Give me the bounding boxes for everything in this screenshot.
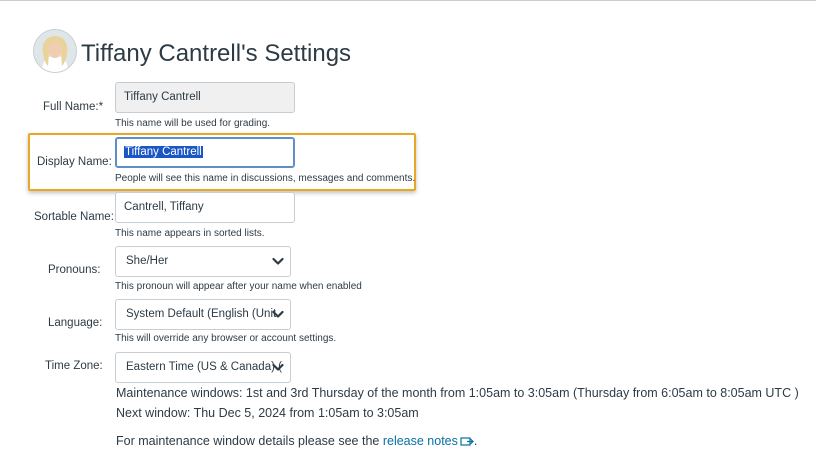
chevron-down-icon	[272, 257, 284, 265]
page-title: Tiffany Cantrell's Settings	[81, 40, 352, 67]
maintenance-details-suffix: .	[473, 434, 478, 448]
sortable-name-label: Sortable Name:	[34, 211, 114, 223]
time-zone-label: Time Zone:	[45, 360, 103, 372]
pronouns-selected-value: She/Her	[126, 255, 169, 267]
time-zone-selected-value: Eastern Time (US & Canada) (	[126, 361, 282, 373]
maintenance-details-text: For maintenance window details please se…	[116, 434, 477, 448]
display-name-label: Display Name:	[37, 156, 112, 168]
language-select[interactable]: System Default (English (Unit	[115, 299, 291, 330]
language-hint: This will override any browser or accoun…	[115, 333, 337, 344]
avatar-image	[34, 30, 76, 72]
sortable-name-hint: This name appears in sorted lists.	[115, 228, 265, 239]
language-label: Language:	[48, 317, 103, 329]
release-notes-link-label: release notes	[382, 434, 458, 448]
full-name-label: Full Name:*	[43, 101, 104, 113]
display-name-selected-text: Tiffany Cantrell	[124, 146, 203, 158]
time-zone-select[interactable]: Eastern Time (US & Canada) (	[115, 352, 291, 383]
display-name-hint: People will see this name in discussions…	[115, 173, 416, 184]
pronouns-hint: This pronoun will appear after your name…	[115, 281, 362, 292]
pronouns-select[interactable]: She/Her	[115, 246, 291, 277]
pronouns-label: Pronouns:	[48, 264, 101, 276]
display-name-input[interactable]: Tiffany Cantrell	[115, 137, 295, 168]
top-divider	[0, 0, 816, 1]
maintenance-windows-text: Maintenance windows: 1st and 3rd Thursda…	[116, 386, 799, 400]
language-selected-value: System Default (English (Unit	[126, 308, 277, 320]
full-name-hint: This name will be used for grading.	[115, 118, 271, 129]
next-window-text: Next window: Thu Dec 5, 2024 from 1:05am…	[116, 406, 419, 420]
avatar[interactable]	[33, 29, 77, 73]
external-link-icon	[460, 437, 474, 446]
sortable-name-input[interactable]: Cantrell, Tiffany	[115, 192, 295, 223]
maintenance-details-prefix: For maintenance window details please se…	[116, 434, 383, 448]
full-name-input[interactable]: Tiffany Cantrell	[115, 82, 295, 113]
chevron-down-icon	[272, 363, 284, 371]
release-notes-link[interactable]: release notes	[383, 434, 474, 448]
chevron-down-icon	[272, 310, 284, 318]
